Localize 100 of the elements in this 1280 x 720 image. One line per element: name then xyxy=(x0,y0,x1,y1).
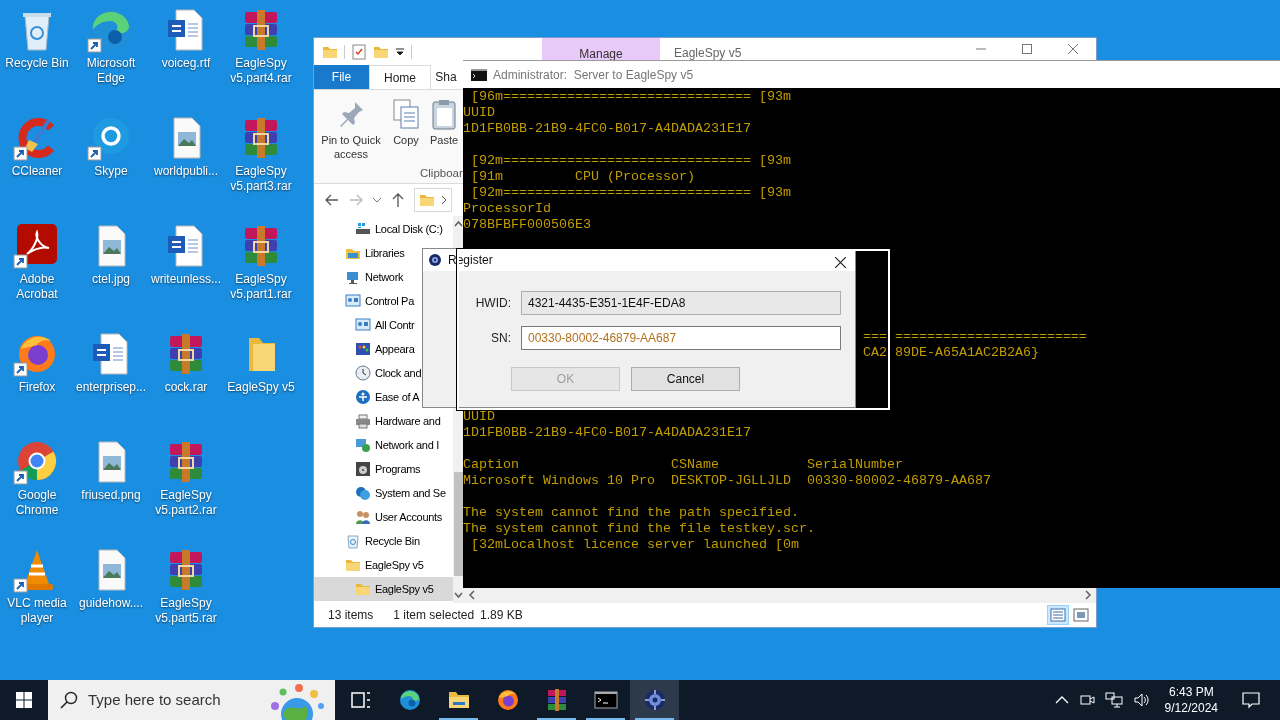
console-line: CA2 89DE-A65A1AC2B2A6} xyxy=(862,345,1039,361)
nav-item[interactable]: System and Se xyxy=(314,481,446,505)
chevron-up-icon[interactable] xyxy=(1054,695,1069,705)
folder-icon xyxy=(355,581,371,597)
window-title: EagleSpy v5 xyxy=(674,45,742,62)
icon-label[interactable]: EagleSpy v5.part1.rar xyxy=(224,272,298,302)
console-line: The system cannot find the file testkey.scr. xyxy=(463,521,815,537)
ribbon-button[interactable]: Copy xyxy=(386,90,426,165)
nav-item[interactable]: Ease of A xyxy=(314,385,420,409)
dialog-button[interactable]: Cancel xyxy=(631,367,740,391)
disc-box-icon xyxy=(355,461,371,477)
nav-item[interactable]: EagleSpy v5 xyxy=(314,553,424,577)
icon-label[interactable]: EagleSpy v5.part4.rar xyxy=(224,56,298,86)
shield-globe-icon xyxy=(355,485,371,501)
fox-globe-icon xyxy=(495,688,520,712)
network-globe-icon xyxy=(355,437,371,453)
nav-item[interactable]: Recycle Bin xyxy=(314,529,420,553)
nav-item[interactable]: Hardware and xyxy=(314,409,441,433)
gear-flower-icon xyxy=(642,688,667,712)
icon-label[interactable]: Microsoft Edge xyxy=(74,56,148,86)
nav-item[interactable]: Appeara xyxy=(314,337,415,361)
search-field[interactable]: Type here to search xyxy=(48,680,335,720)
console-line: Caption CSName SerialNumber xyxy=(463,457,903,473)
field-label: HWID: xyxy=(474,295,511,312)
dropdown-caret-icon[interactable] xyxy=(395,46,405,57)
view-toggle[interactable] xyxy=(1070,605,1092,625)
windows-logo-icon xyxy=(16,692,32,708)
console-line: ProcessorId xyxy=(463,201,551,217)
nav-item[interactable]: EagleSpy v5 xyxy=(314,577,453,601)
console-line: The system cannot find the path specified. xyxy=(463,505,799,521)
nav-item[interactable]: All Contr xyxy=(314,313,415,337)
copy-icon xyxy=(390,98,422,130)
status-text: 13 items xyxy=(328,607,374,624)
chevron-down-icon[interactable] xyxy=(372,195,382,205)
network-icon xyxy=(345,269,361,285)
icon-label[interactable]: Recycle Bin xyxy=(5,56,69,71)
nav-item[interactable]: Local Disk (C:) xyxy=(314,217,443,241)
ribbon-tab[interactable]: Home xyxy=(369,65,431,89)
scrollbar-thumb[interactable] xyxy=(454,472,463,576)
nav-item[interactable]: User Accounts xyxy=(314,505,443,529)
ribbon-tab[interactable]: File xyxy=(314,65,369,89)
maximize-icon xyxy=(1022,44,1032,54)
console-line: [32mLocalhost licence server launched [0m xyxy=(471,537,799,553)
scroll-left-icon[interactable] xyxy=(466,588,478,601)
icon-label[interactable]: EagleSpy v5.part5.rar xyxy=(148,596,224,626)
chevron-right-icon xyxy=(441,196,447,204)
ribbon-tab[interactable]: Sha xyxy=(431,65,461,89)
palette-window-icon xyxy=(355,341,371,357)
details-view-icon xyxy=(1050,607,1066,623)
status-text: 1 item selected xyxy=(393,607,475,624)
icon-label[interactable]: EagleSpy v5 xyxy=(227,380,295,395)
up-arrow-icon[interactable] xyxy=(390,192,406,208)
status-text: 1.89 KB xyxy=(480,607,523,624)
checklist-icon[interactable] xyxy=(351,43,367,60)
back-arrow-icon[interactable] xyxy=(324,192,340,208)
control-panel-icon xyxy=(345,293,361,309)
nav-item[interactable]: Network and I xyxy=(314,433,439,457)
console-line: 1D1FB0BB-21B9-4FC0-B017-A4DADA231E17 xyxy=(463,121,751,137)
nav-item[interactable]: Control Pa xyxy=(314,289,414,313)
taskbar-app[interactable] xyxy=(630,680,679,720)
console-line: UUID xyxy=(463,105,495,121)
ribbon-button[interactable]: Paste xyxy=(428,90,460,165)
clock-icon xyxy=(355,365,371,381)
field-label: SN: xyxy=(490,330,511,347)
nav-item[interactable]: Network xyxy=(314,265,404,289)
input-field[interactable]: 00330-80002-46879-AA687 xyxy=(521,326,841,350)
control-panel-icon xyxy=(355,317,371,333)
camera-icon[interactable] xyxy=(1078,692,1095,708)
console-line: [96m=============================== [93m xyxy=(471,89,791,105)
icon-label[interactable]: EagleSpy v5.part3.rar xyxy=(224,164,298,194)
nav-item[interactable]: Programs xyxy=(314,457,421,481)
terminal-icon xyxy=(471,68,487,81)
folder-icon xyxy=(419,192,435,208)
folder-icon xyxy=(345,557,361,573)
scroll-right-icon[interactable] xyxy=(1082,588,1094,601)
clock[interactable]: 6:43 PM 9/12/2024 xyxy=(1160,684,1222,716)
icon-label[interactable]: VLC media player xyxy=(0,596,74,626)
address-field[interactable] xyxy=(414,188,452,212)
ribbon-button[interactable]: Pin to Quick access xyxy=(318,90,384,165)
nav-item[interactable]: Clock and xyxy=(314,361,422,385)
notification-icon[interactable] xyxy=(1242,691,1260,709)
icon-label[interactable]: writeunless... xyxy=(151,272,221,287)
console-line: [91m CPU (Processor) xyxy=(471,169,695,185)
network-icon[interactable] xyxy=(1104,692,1123,708)
printer-icon xyxy=(355,413,371,429)
close-icon xyxy=(1068,44,1078,54)
nav-item[interactable]: Libraries xyxy=(314,241,405,265)
large-icons-view-icon xyxy=(1073,607,1089,623)
search-icon xyxy=(60,691,78,709)
gear-flower-icon xyxy=(428,253,442,267)
console-line: [92m=============================== [93m xyxy=(471,185,791,201)
recycle-bin-icon xyxy=(345,533,361,549)
console-line: === ======================== xyxy=(862,329,1087,345)
speaker-icon[interactable] xyxy=(1132,692,1151,708)
ribbon-group-label: Clipboar xyxy=(420,166,463,181)
icon-label[interactable]: EagleSpy v5.part2.rar xyxy=(148,488,224,518)
close-icon xyxy=(834,256,846,268)
view-toggle[interactable] xyxy=(1047,605,1069,625)
input-field[interactable]: 4321-4435-E351-1E4F-EDA8 xyxy=(521,291,841,315)
terminal-icon xyxy=(593,688,618,712)
